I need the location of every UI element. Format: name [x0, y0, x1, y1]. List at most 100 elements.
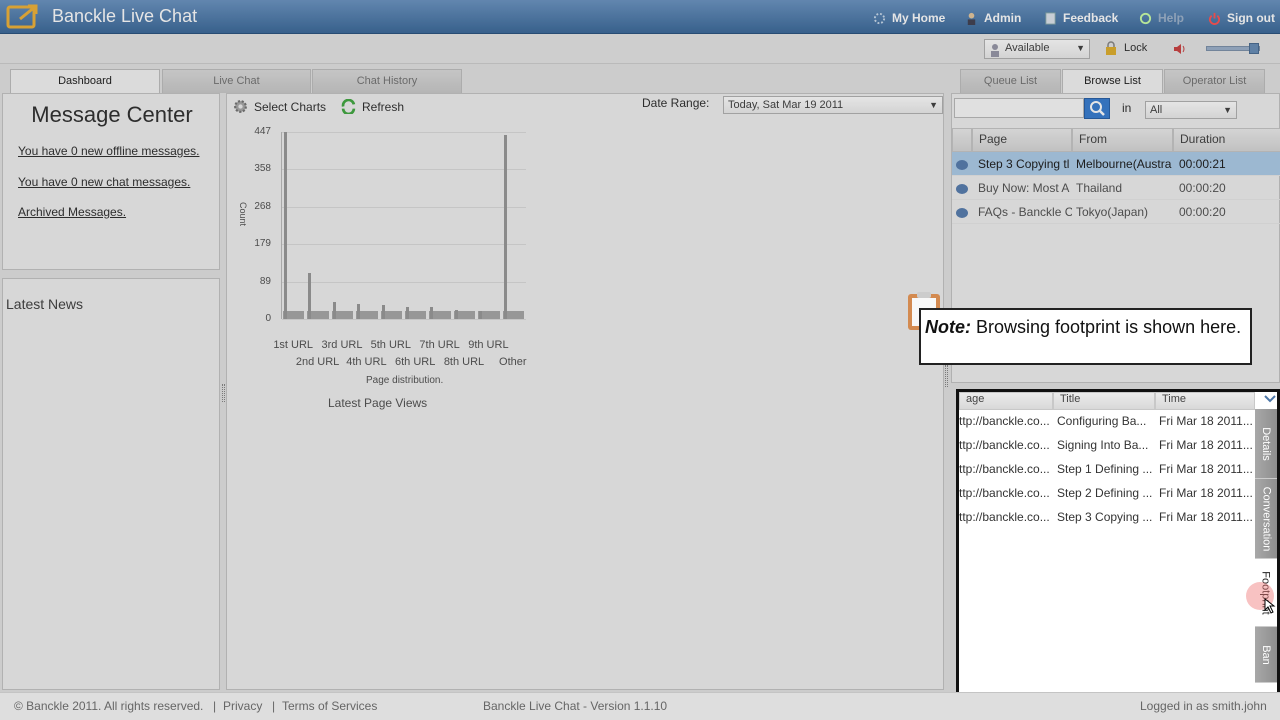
- tab-details[interactable]: Details: [1255, 409, 1277, 479]
- tab-operator-list[interactable]: Operator List: [1164, 69, 1265, 93]
- help-link[interactable]: Help: [1138, 11, 1184, 25]
- bar-7th-url[interactable]: [430, 307, 434, 319]
- availability-select[interactable]: Available ▼: [984, 39, 1090, 59]
- visitor-globe-icon: [956, 159, 968, 170]
- tab-live-chat[interactable]: Live Chat: [162, 69, 311, 93]
- footer-divider: |: [213, 699, 217, 713]
- search-icon: [1090, 101, 1105, 116]
- from-column-header[interactable]: From: [1072, 128, 1173, 152]
- refresh-icon: [341, 99, 356, 114]
- latest-news-title: Latest News: [6, 296, 84, 312]
- note-callout: Note: Browsing footprint is shown here.: [919, 308, 1252, 365]
- mouse-cursor-icon: [1264, 598, 1276, 614]
- tab-queue-list[interactable]: Queue List: [960, 69, 1061, 93]
- search-filter-select[interactable]: All ▼: [1145, 101, 1237, 119]
- banckle-logo-icon: [6, 4, 38, 29]
- x-axis-label: Page distribution.: [366, 375, 444, 386]
- my-home-link[interactable]: My Home: [872, 11, 945, 25]
- left-splitter-handle[interactable]: [222, 384, 225, 402]
- duration-column-header[interactable]: Duration: [1173, 128, 1280, 152]
- tab-conversation[interactable]: Conversation: [1255, 479, 1277, 559]
- bar-5th-url[interactable]: [381, 305, 385, 319]
- table-row[interactable]: Step 3 Copying tl Melbourne(Austra 00:00…: [952, 152, 1280, 176]
- chart-gridline: [282, 244, 526, 246]
- y-tick-label: 0: [265, 313, 271, 324]
- footprint-panel: age Title Time ttp://banckle.co... Config…: [956, 389, 1280, 699]
- y-tick-label: 179: [254, 238, 271, 250]
- lock-button[interactable]: Lock: [1104, 41, 1147, 55]
- table-row[interactable]: ttp://banckle.co... Configuring Ba... Fri …: [959, 409, 1255, 433]
- x-tick-label: 9th URL: [468, 339, 509, 351]
- bar-other[interactable]: [503, 134, 507, 319]
- refresh-button[interactable]: Refresh: [341, 99, 404, 114]
- tab-chat-history[interactable]: Chat History: [312, 69, 462, 93]
- detail-side-tabs: Details Conversation Footprint Ban: [1255, 409, 1277, 683]
- chart-gridline: [282, 132, 526, 133]
- chevron-down-icon: ▼: [929, 100, 938, 110]
- chart-gridline: [282, 281, 526, 283]
- volume-slider-handle[interactable]: [1249, 43, 1259, 54]
- terms-link[interactable]: Terms of Services: [282, 699, 377, 713]
- table-row[interactable]: Buy Now: Most A Thailand 00:00:20: [952, 176, 1280, 200]
- x-tick-label: 7th URL: [419, 339, 460, 351]
- y-axis-label: Count: [238, 201, 249, 227]
- x-tick-label: 3rd URL: [321, 339, 363, 351]
- chart-panel: Select Charts Refresh Date Range: Today,…: [226, 93, 944, 690]
- footprint-table-header: age Title Time: [959, 392, 1255, 410]
- offline-messages-link[interactable]: You have 0 new offline messages.: [18, 144, 199, 158]
- tab-browse-list[interactable]: Browse List: [1062, 69, 1163, 93]
- bar-3rd-url[interactable]: [332, 302, 336, 319]
- footer-divider: |: [272, 699, 276, 713]
- lock-icon: [1106, 41, 1116, 55]
- admin-link[interactable]: Admin: [964, 11, 1021, 25]
- x-tick-label: 8th URL: [443, 356, 485, 368]
- table-row[interactable]: ttp://banckle.co... Step 1 Defining ... Fr…: [959, 457, 1255, 481]
- table-row[interactable]: ttp://banckle.co... Signing Into Ba... Fri…: [959, 433, 1255, 457]
- privacy-link[interactable]: Privacy: [223, 699, 262, 713]
- browse-table-header: Page From Duration: [952, 128, 1280, 152]
- volume-slider[interactable]: [1206, 43, 1260, 54]
- copyright-text: © Banckle 2011. All rights reserved.: [14, 699, 204, 713]
- title-column-header[interactable]: Title: [1053, 392, 1155, 410]
- home-icon: [873, 12, 886, 24]
- x-tick-label: Other: [499, 356, 527, 368]
- footer: © Banckle 2011. All rights reserved. | P…: [0, 692, 1280, 720]
- bar-1st-url[interactable]: [284, 132, 287, 319]
- table-row[interactable]: ttp://banckle.co... Step 2 Defining ... Fr…: [959, 481, 1255, 505]
- search-in-label: in: [1122, 101, 1132, 115]
- bar-4th-url[interactable]: [357, 304, 361, 319]
- page-column-header[interactable]: Page: [972, 128, 1072, 152]
- time-column-header[interactable]: Time: [1155, 392, 1255, 410]
- table-row[interactable]: ttp://banckle.co... Step 3 Copying ... Fri…: [959, 505, 1255, 529]
- status-bar: Available ▼ Lock: [0, 34, 1280, 64]
- latest-news-panel: Latest News: [2, 278, 220, 690]
- feedback-link[interactable]: Feedback: [1043, 11, 1118, 25]
- browse-table-body: Step 3 Copying tl Melbourne(Austra 00:00…: [952, 152, 1280, 224]
- tab-dashboard[interactable]: Dashboard: [10, 69, 160, 93]
- bar-9th-url[interactable]: [479, 311, 483, 319]
- footprint-table-body: ttp://banckle.co... Configuring Ba... Fri …: [959, 409, 1255, 529]
- chart-caption: Latest Page Views: [328, 396, 428, 410]
- x-tick-label: 1st URL: [273, 339, 314, 351]
- speaker-icon[interactable]: [1172, 42, 1188, 56]
- date-range-select[interactable]: Today, Sat Mar 19 2011 ▼: [723, 96, 943, 114]
- y-tick-label: 447: [254, 126, 271, 137]
- archived-messages-link[interactable]: Archived Messages.: [18, 205, 126, 219]
- table-row[interactable]: FAQs - Banckle C Tokyo(Japan) 00:00:20: [952, 200, 1280, 224]
- collapse-chevron-icon[interactable]: [1262, 392, 1278, 406]
- page-column-header[interactable]: age: [959, 392, 1053, 410]
- bar-2nd-url[interactable]: [308, 272, 312, 319]
- search-button[interactable]: [1084, 98, 1110, 119]
- bar-6th-url[interactable]: [406, 307, 409, 319]
- search-input[interactable]: [954, 98, 1084, 118]
- x-tick-label: 4th URL: [346, 356, 387, 368]
- chevron-down-icon: ▼: [1223, 105, 1232, 115]
- chart-gridline: [282, 169, 526, 171]
- select-charts-button[interactable]: Select Charts: [233, 99, 326, 114]
- sign-out-link[interactable]: Sign out: [1207, 11, 1275, 25]
- bar-8th-url[interactable]: [454, 309, 458, 319]
- right-splitter-handle[interactable]: [945, 365, 948, 387]
- x-tick-label: 2nd URL: [295, 356, 340, 368]
- tab-ban[interactable]: Ban: [1255, 627, 1277, 683]
- chat-messages-link[interactable]: You have 0 new chat messages.: [18, 175, 190, 189]
